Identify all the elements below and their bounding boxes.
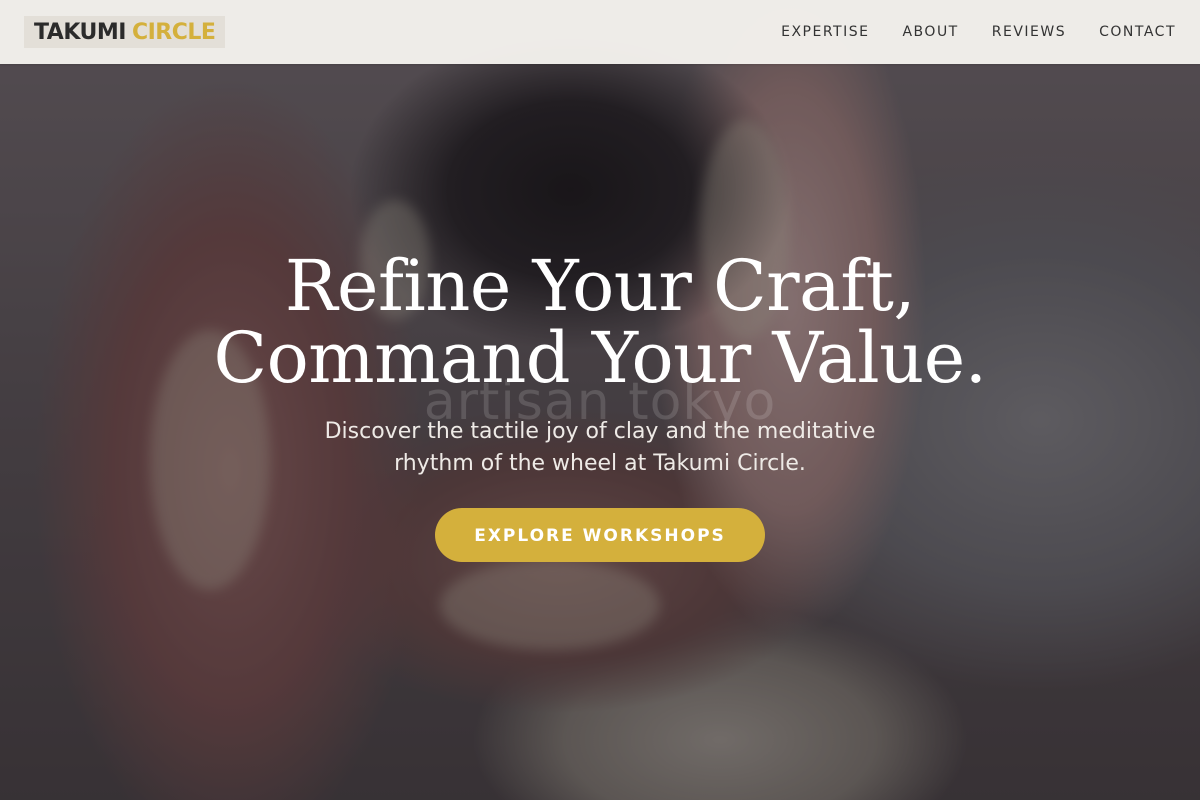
hero-title-line-2: Command Your Value. [213,317,987,399]
hero-subtitle: Discover the tactile joy of clay and the… [324,419,876,476]
site-header: TAKUMI CIRCLE EXPERTISE ABOUT REVIEWS CO… [0,0,1200,64]
logo-text-accent: CIRCLE [131,19,216,45]
nav-link-contact[interactable]: CONTACT [1099,24,1176,40]
hero-title-line-1: Refine Your Craft, [284,245,916,327]
nav-link-reviews[interactable]: REVIEWS [992,24,1066,40]
main-nav: EXPERTISE ABOUT REVIEWS CONTACT [781,24,1176,40]
landing-page: TAKUMI CIRCLE EXPERTISE ABOUT REVIEWS CO… [0,0,1200,800]
nav-link-expertise[interactable]: EXPERTISE [781,24,869,40]
site-logo[interactable]: TAKUMI CIRCLE [24,16,226,48]
nav-link-about[interactable]: ABOUT [902,24,958,40]
hero-section: Refine Your Craft, Command Your Value. D… [0,250,1200,562]
explore-workshops-button[interactable]: EXPLORE WORKSHOPS [435,508,765,562]
hero-title: Refine Your Craft, Command Your Value. [0,250,1200,394]
logo-text-primary: TAKUMI [34,19,126,45]
